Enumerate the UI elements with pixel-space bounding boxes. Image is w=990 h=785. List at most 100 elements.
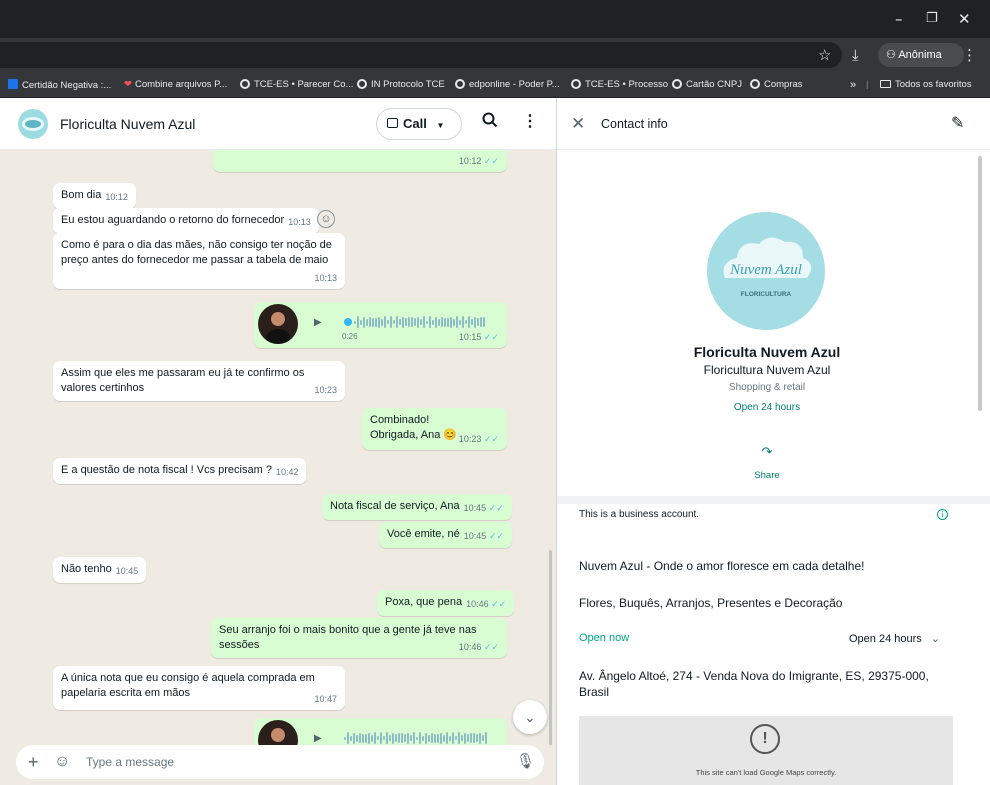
download-icon[interactable]: ⤓: [852, 46, 859, 64]
play-icon[interactable]: ▶: [314, 315, 322, 330]
bookmark-item[interactable]: Certidão Negativa :...: [8, 79, 111, 92]
waveform-bar: [431, 733, 433, 743]
message-bubble[interactable]: Combinado! Obrigada, Ana 😊 10:23 ✓✓: [362, 408, 507, 450]
chat-avatar[interactable]: [18, 109, 48, 139]
message-bubble[interactable]: E a questão de nota fiscal ! Vcs precisa…: [53, 458, 307, 484]
waveform-bar: [359, 733, 361, 743]
waveform-bar: [434, 733, 436, 743]
microphone-icon[interactable]: 🎙: [516, 752, 535, 772]
share-button[interactable]: Share: [557, 470, 977, 481]
message-bubble[interactable]: Eu estou aguardando o retorno do fornece…: [53, 208, 319, 234]
bookmarks-overflow-button[interactable]: »: [850, 79, 856, 91]
scroll-down-button[interactable]: ⌄: [513, 700, 547, 734]
chat-menu-icon[interactable]: ⋮: [522, 112, 538, 132]
waveform-bar: [398, 733, 400, 743]
waveform-bar: [426, 320, 428, 324]
waveform-bar: [453, 318, 455, 326]
message-time: 10:23: [314, 385, 337, 395]
chat-panel: Floriculta Nuvem Azul Call ▼ ⋮ 10:12 ✓✓ …: [0, 98, 556, 785]
call-button[interactable]: Call ▼: [376, 108, 462, 140]
business-logo[interactable]: Nuvem Azul FLORICULTURA: [707, 212, 825, 330]
restore-button[interactable]: ❐: [926, 10, 938, 28]
chat-scrollbar[interactable]: [549, 550, 552, 745]
bookmark-item[interactable]: ❤ Combine arquivos P...: [124, 79, 227, 91]
all-bookmarks-button[interactable]: Todos os favoritos: [880, 79, 972, 91]
browser-menu-icon[interactable]: ⋮: [962, 46, 977, 64]
message-bubble[interactable]: Você emite, né 10:45 ✓✓: [379, 522, 512, 548]
message-list: 10:12 ✓✓ Bom dia 10:12 Eu estou aguardand…: [0, 150, 556, 745]
bookmark-star-icon[interactable]: ☆: [818, 46, 831, 64]
waveform-bar: [347, 732, 349, 744]
contact-info-panel: ✕ Contact info ✎ Nuvem Azul FLORICULTURA…: [556, 98, 990, 785]
business-address[interactable]: Av. Ângelo Altoé, 274 - Venda Nova do Im…: [579, 668, 959, 700]
close-window-button[interactable]: ✕: [958, 10, 971, 28]
bookmark-item[interactable]: TCE-ES • Parecer Co...: [240, 79, 353, 91]
message-bubble[interactable]: Não tenho 10:45: [53, 557, 147, 583]
message-input[interactable]: Type a message: [86, 754, 174, 770]
message-time: 10:23 ✓✓: [458, 434, 499, 444]
waveform-bar: [438, 318, 440, 326]
contact-info-title: Contact info: [601, 117, 668, 131]
react-emoji-icon[interactable]: ☺: [317, 210, 335, 228]
waveform-bar: [396, 316, 398, 328]
chat-header[interactable]: Floriculta Nuvem Azul Call ▼ ⋮: [0, 98, 556, 150]
bookmark-item[interactable]: IN Protocolo TCE: [357, 79, 445, 91]
audio-progress-knob[interactable]: [344, 318, 352, 326]
chevron-down-icon: ⌄: [524, 709, 536, 725]
play-icon[interactable]: ▶: [314, 731, 322, 745]
audio-waveform: [354, 315, 485, 329]
contact-scrollbar[interactable]: [978, 156, 982, 411]
edit-pencil-icon[interactable]: ✎: [951, 114, 964, 134]
message-bubble[interactable]: Assim que eles me passaram eu já te conf…: [53, 361, 345, 401]
waveform-bar: [414, 318, 416, 326]
message-text: Seu arranjo foi o mais bonito que a gent…: [219, 624, 477, 651]
read-ticks-icon: ✓✓: [488, 503, 504, 513]
composer-bar[interactable]: + ☺ Type a message 🎙: [16, 745, 544, 779]
heart-icon: ❤: [124, 79, 132, 90]
sticker-icon[interactable]: ☺: [54, 751, 70, 773]
business-account-note: This is a business account.: [579, 509, 700, 520]
incognito-badge[interactable]: ⚇ Anônima: [878, 43, 964, 67]
attach-plus-icon[interactable]: +: [28, 751, 39, 773]
waveform-bar: [378, 316, 380, 328]
close-icon[interactable]: ✕: [571, 114, 585, 134]
globe-icon: [455, 79, 465, 89]
minimize-button[interactable]: –: [895, 10, 903, 28]
message-bubble[interactable]: Como é para o dia das mães, não consigo …: [53, 233, 345, 289]
waveform-bar: [450, 316, 452, 328]
waveform-bar: [407, 732, 409, 744]
waveform-bar: [456, 316, 458, 328]
bookmark-item[interactable]: edponline - Poder P...: [455, 79, 560, 91]
read-ticks-icon: ✓✓: [491, 599, 507, 609]
business-category: Shopping & retail: [728, 382, 806, 393]
message-bubble[interactable]: Poxa, que pena 10:46 ✓✓: [377, 590, 515, 616]
message-bubble[interactable]: Seu arranjo foi o mais bonito que a gent…: [211, 618, 507, 658]
waveform-bar: [360, 319, 362, 325]
message-bubble[interactable]: A única nota que eu consigo é aquela com…: [53, 666, 345, 710]
search-icon[interactable]: [482, 112, 498, 134]
hours-dropdown[interactable]: Open 24 hours ⌄: [849, 632, 940, 645]
bookmark-item[interactable]: TCE-ES • Processo: [571, 79, 668, 91]
waveform-bar: [386, 732, 388, 744]
message-text: Não tenho: [61, 563, 112, 575]
audio-message[interactable]: ▶: [254, 718, 507, 745]
message-bubble[interactable]: Bom dia 10:12: [53, 183, 136, 209]
message-bubble[interactable]: 10:12 ✓✓: [213, 150, 507, 172]
call-label: Call: [403, 116, 427, 131]
read-ticks-icon: ✓✓: [483, 156, 499, 166]
audio-message[interactable]: ▶ 0:26 10:15 ✓✓: [254, 302, 507, 348]
waveform-bar: [485, 732, 487, 744]
logo-subtext: FLORICULTURA: [741, 291, 792, 298]
waveform-bar: [480, 317, 482, 327]
message-bubble[interactable]: Nota fiscal de serviço, Ana 10:45 ✓✓: [322, 494, 512, 520]
bookmark-item[interactable]: Cartão CNPJ: [672, 79, 742, 91]
incognito-label: Anônima: [898, 49, 942, 61]
address-bar[interactable]: [0, 42, 842, 68]
audio-waveform: [344, 731, 487, 745]
waveform-bar: [479, 732, 481, 744]
share-icon[interactable]: ↷: [557, 444, 977, 460]
bookmark-item[interactable]: Compras: [750, 79, 803, 91]
waveform-bar: [389, 735, 391, 741]
waveform-bar: [425, 732, 427, 744]
info-icon[interactable]: i: [937, 509, 948, 520]
